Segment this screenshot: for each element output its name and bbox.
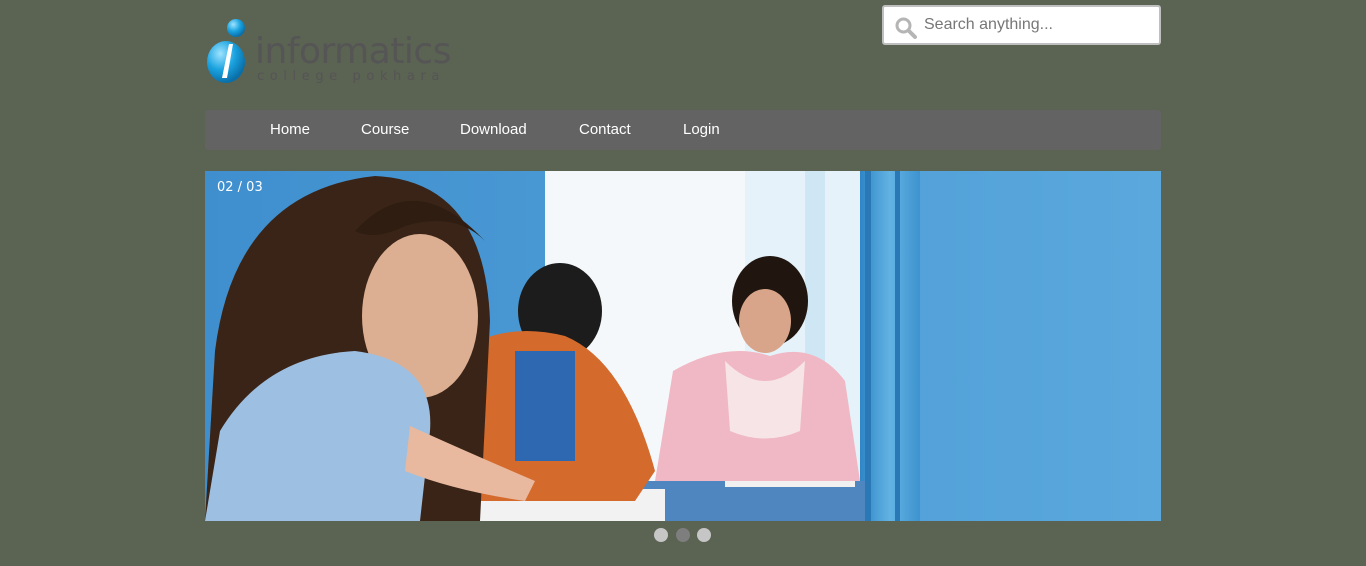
search-box [882,5,1161,45]
slider-dot-1[interactable] [654,528,668,542]
nav-item-home[interactable]: Home [270,110,310,150]
search-icon[interactable] [894,16,918,40]
logo-i-icon [207,19,245,83]
logo-subline: college pokhara [257,69,445,84]
slide-counter: 02 / 03 [217,180,263,195]
nav-item-download[interactable]: Download [460,110,527,150]
site-logo[interactable]: informatics college pokhara [205,18,495,88]
slide-photo [205,171,1161,521]
slider-dot-2[interactable] [676,528,690,542]
slider-dot-3[interactable] [697,528,711,542]
search-input[interactable] [924,7,1156,43]
nav-item-contact[interactable]: Contact [579,110,631,150]
nav-item-course[interactable]: Course [361,110,409,150]
main-nav: Home Course Download Contact Login [205,110,1161,150]
image-slider[interactable]: 02 / 03 [205,171,1161,521]
logo-wordmark: informatics [255,31,451,72]
nav-item-login[interactable]: Login [683,110,720,150]
